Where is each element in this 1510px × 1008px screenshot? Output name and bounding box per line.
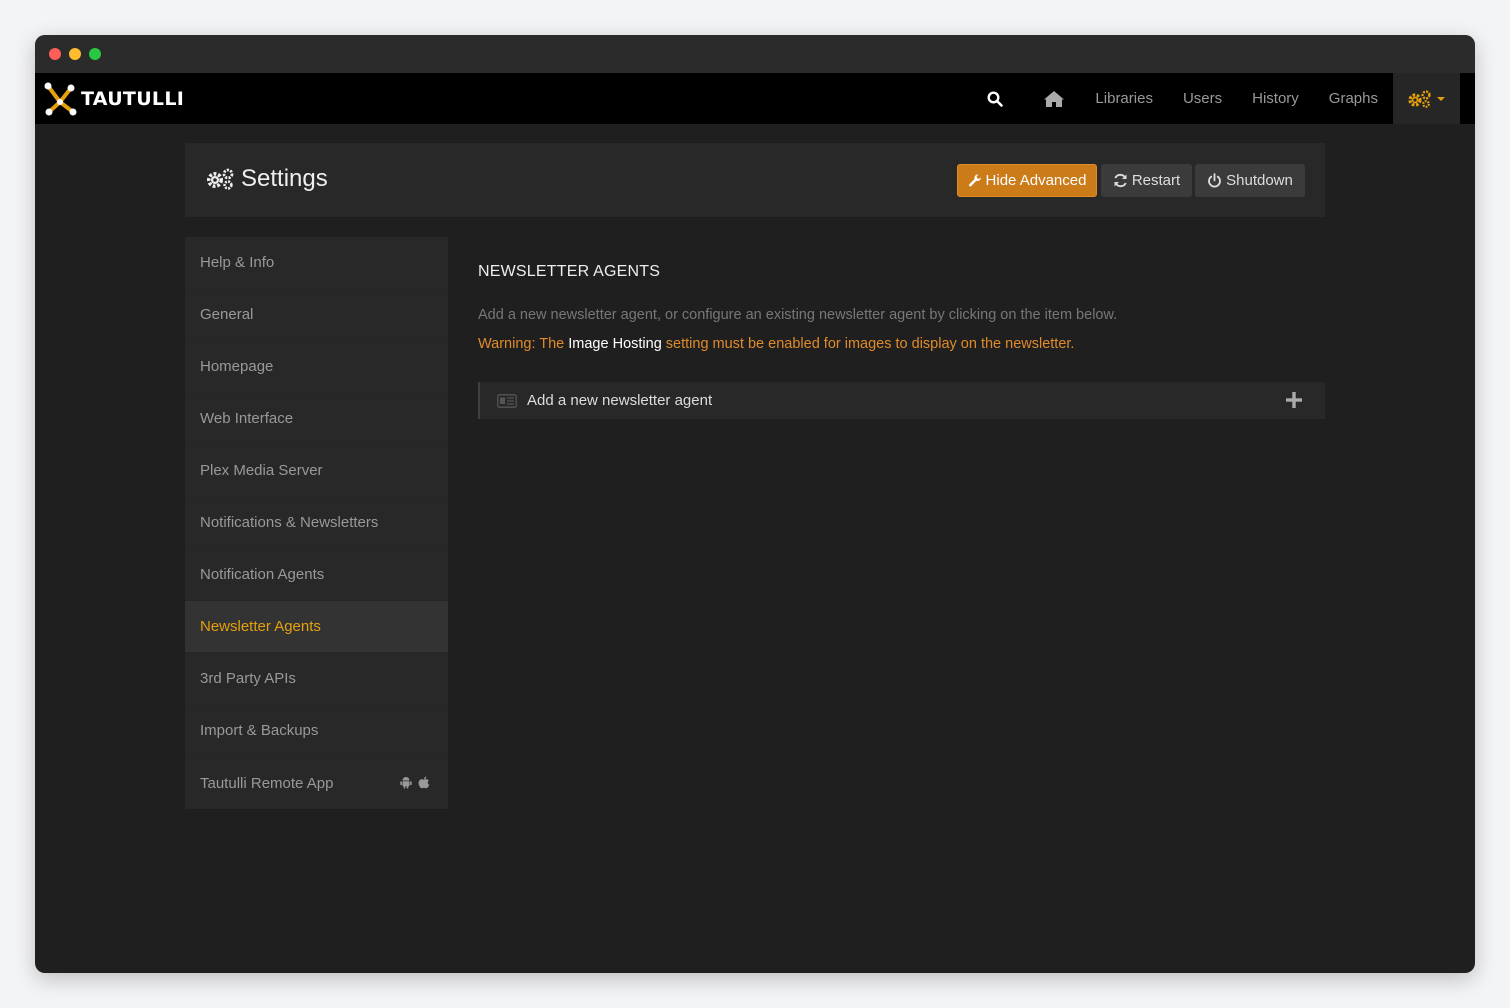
image-hosting-highlight: Image Hosting (568, 336, 662, 352)
nav-graphs[interactable]: Graphs (1314, 73, 1393, 124)
add-newsletter-agent-row[interactable]: Add a new newsletter agent (478, 382, 1325, 419)
sidebar-item-label: Help & Info (200, 254, 275, 271)
sidebar-item-label: General (200, 306, 254, 323)
gears-icon (1408, 89, 1431, 108)
section-title: NEWSLETTER AGENTS (478, 263, 661, 280)
settings-sidebar: Help & Info General Homepage Web Interfa… (185, 237, 448, 809)
sidebar-item-label: Tautulli Remote App (200, 774, 334, 792)
nav-libraries[interactable]: Libraries (1080, 73, 1168, 124)
restart-button[interactable]: Restart (1101, 164, 1192, 197)
android-icon (400, 777, 412, 789)
image-hosting-warning: Warning: The Image Hosting setting must … (478, 336, 1325, 352)
brand-logo[interactable]: TAUTULLI (43, 79, 184, 119)
sidebar-item-label: Web Interface (200, 410, 294, 427)
sidebar-item-label: Import & Backups (200, 722, 319, 739)
sidebar-item-label: Notification Agents (200, 566, 325, 583)
sidebar-item-label: Newsletter Agents (200, 618, 321, 635)
brand-name: TAUTULLI (81, 88, 185, 110)
nav-users[interactable]: Users (1168, 73, 1237, 124)
hide-advanced-button[interactable]: Hide Advanced (957, 164, 1097, 197)
maximize-window-button[interactable] (89, 48, 101, 60)
home-button[interactable] (1028, 73, 1080, 124)
minimize-window-button[interactable] (69, 48, 81, 60)
settings-gears-icon (207, 168, 234, 190)
sidebar-item-notification-agents[interactable]: Notification Agents (185, 549, 448, 601)
close-window-button[interactable] (49, 48, 61, 60)
sidebar-item-web-interface[interactable]: Web Interface (185, 393, 448, 445)
restart-label: Restart (1131, 172, 1181, 189)
settings-header: Settings Hide Advanced Restart Shutdown (185, 143, 1325, 217)
browser-window: TAUTULLI Libraries Users History Graphs (35, 35, 1475, 973)
search-icon (987, 90, 1004, 107)
plus-icon (1286, 392, 1302, 408)
newspaper-icon (497, 393, 517, 408)
shutdown-label: Shutdown (1226, 172, 1293, 189)
sidebar-item-label: Homepage (200, 358, 274, 375)
add-newsletter-agent-label: Add a new newsletter agent (527, 392, 713, 409)
sidebar-item-tautulli-remote-app[interactable]: Tautulli Remote App (185, 757, 448, 809)
sidebar-item-label: Notifications & Newsletters (200, 514, 379, 531)
nav-history[interactable]: History (1237, 73, 1314, 124)
sidebar-item-notifications-newsletters[interactable]: Notifications & Newsletters (185, 497, 448, 549)
caret-down-icon (1437, 96, 1445, 101)
page-title: Settings (205, 165, 328, 193)
power-icon (1208, 173, 1222, 188)
refresh-icon (1114, 173, 1127, 188)
sidebar-item-plex-media-server[interactable]: Plex Media Server (185, 445, 448, 497)
search-button[interactable] (972, 73, 1018, 124)
top-navbar: TAUTULLI Libraries Users History Graphs (35, 73, 1475, 124)
settings-menu-button[interactable] (1393, 73, 1460, 124)
sidebar-item-label: Plex Media Server (200, 462, 323, 479)
apple-icon (418, 776, 430, 789)
sidebar-item-import-backups[interactable]: Import & Backups (185, 705, 448, 757)
sidebar-item-homepage[interactable]: Homepage (185, 341, 448, 393)
window-titlebar (35, 35, 1475, 73)
sidebar-item-general[interactable]: General (185, 289, 448, 341)
shutdown-button[interactable]: Shutdown (1195, 164, 1305, 197)
warning-prefix: Warning: The (478, 336, 569, 352)
page-title-text: Settings (241, 165, 328, 192)
sidebar-item-3rd-party-apis[interactable]: 3rd Party APIs (185, 653, 448, 705)
sidebar-item-label: 3rd Party APIs (200, 670, 296, 687)
sidebar-item-help-info[interactable]: Help & Info (185, 237, 448, 289)
home-icon (1044, 90, 1065, 107)
warning-suffix: setting must be enabled for images to di… (661, 336, 1075, 352)
sidebar-item-newsletter-agents[interactable]: Newsletter Agents (185, 601, 448, 653)
section-description: Add a new newsletter agent, or configure… (478, 307, 1118, 323)
wrench-icon (968, 173, 981, 186)
tautulli-logo-icon (44, 82, 77, 116)
main-content: NEWSLETTER AGENTS Add a new newsletter a… (478, 237, 1325, 419)
hide-advanced-label: Hide Advanced (985, 172, 1087, 189)
